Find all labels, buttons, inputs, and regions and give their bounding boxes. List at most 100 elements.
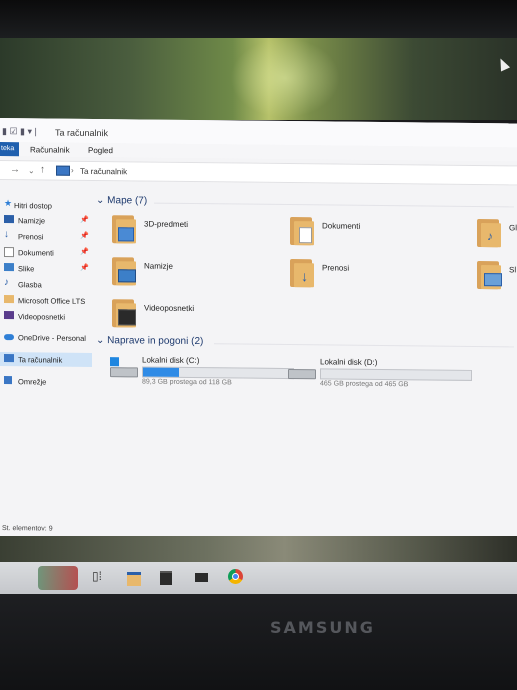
folder-downloads[interactable]: ↓ Prenosi bbox=[290, 257, 420, 298]
document-icon bbox=[4, 247, 14, 258]
folder-label: Namizje bbox=[144, 261, 173, 271]
star-icon: ★ bbox=[4, 198, 13, 209]
sidebar-item-label: Dokumenti bbox=[18, 248, 54, 258]
address-bar[interactable]: → ⌄ ↑ › Ta računalnik bbox=[0, 160, 517, 186]
music-folder-icon: ♪ bbox=[477, 217, 503, 248]
pin-icon: 📌 bbox=[80, 264, 89, 272]
forward-arrow-icon[interactable]: → bbox=[10, 164, 20, 175]
folder-label: Gl bbox=[509, 223, 517, 233]
screen-bezel-bottom bbox=[0, 594, 517, 690]
folder-label: Dokumenti bbox=[322, 221, 361, 231]
drive-label: Lokalni disk (D:) bbox=[320, 357, 378, 367]
folder-label: Sl bbox=[509, 265, 517, 275]
pin-icon: 📌 bbox=[80, 248, 89, 256]
computer-icon bbox=[4, 354, 14, 363]
item-count: St. elementov: 9 bbox=[2, 525, 53, 533]
sidebar-item-label: Prenosi bbox=[18, 232, 44, 242]
tab-file[interactable]: teka bbox=[0, 142, 19, 157]
sidebar-item-microsoft-office[interactable]: Microsoft Office LTS bbox=[0, 293, 92, 308]
file-explorer-icon[interactable] bbox=[127, 569, 143, 586]
folder-label: 3D-predmeti bbox=[144, 219, 189, 229]
sidebar-item-label: Slike bbox=[18, 264, 35, 274]
pin-icon: 📌 bbox=[80, 216, 89, 224]
drive-c[interactable]: Lokalni disk (C:) 89,3 GB prostega od 11… bbox=[108, 355, 298, 397]
tab-view[interactable]: Pogled bbox=[88, 146, 113, 155]
videos-folder-icon bbox=[112, 297, 138, 328]
sidebar-item-network[interactable]: Omrežje bbox=[0, 374, 92, 389]
sidebar-item-label: OneDrive - Personal bbox=[18, 333, 86, 343]
section-divider bbox=[154, 202, 514, 208]
start-area[interactable] bbox=[38, 566, 78, 590]
sidebar-item-downloads[interactable]: ↓ Prenosi 📌 bbox=[0, 229, 92, 244]
section-divider bbox=[214, 343, 514, 348]
sidebar-item-onedrive[interactable]: OneDrive - Personal bbox=[0, 330, 92, 345]
downloads-folder-icon: ↓ bbox=[290, 257, 316, 288]
tab-computer[interactable]: Računalnik bbox=[30, 145, 70, 154]
sidebar-item-label: Ta računalnik bbox=[18, 355, 63, 365]
folder-pictures[interactable]: Sl bbox=[477, 259, 517, 299]
pictures-folder-icon bbox=[477, 259, 503, 290]
folder-music[interactable]: ♪ Gl bbox=[477, 217, 517, 257]
folder-desktop[interactable]: Namizje bbox=[112, 255, 242, 296]
folder-videos[interactable]: Videoposnetki bbox=[112, 297, 242, 338]
store-icon[interactable] bbox=[160, 569, 176, 585]
main-content: ⌄ Mape (7) 3D-predmeti Dokumenti ♪ Gl Na… bbox=[92, 183, 517, 527]
folder-3d-objects[interactable]: 3D-predmeti bbox=[112, 213, 242, 254]
mail-icon[interactable] bbox=[195, 569, 211, 585]
task-view-icon[interactable]: ▯⁞ bbox=[92, 569, 108, 585]
quick-access-toolbar-icons[interactable]: ▮ ☑ ▮ ▾ | bbox=[2, 126, 37, 137]
folder-icon bbox=[4, 295, 14, 304]
sidebar-item-label: Hitri dostop bbox=[14, 201, 52, 211]
download-icon: ↓ bbox=[4, 229, 9, 241]
windows-drive-icon bbox=[108, 357, 138, 378]
sidebar-item-label: Videoposnetki bbox=[18, 312, 65, 322]
sidebar-item-label: Glasba bbox=[18, 280, 42, 290]
desktop-icon bbox=[4, 215, 14, 224]
brand-logo: SAMSUNG bbox=[270, 618, 375, 637]
sidebar-item-label: Omrežje bbox=[18, 377, 47, 387]
folder-label: Videoposnetki bbox=[144, 303, 195, 314]
chrome-icon[interactable] bbox=[228, 569, 244, 585]
up-arrow-icon[interactable]: ↑ bbox=[40, 164, 45, 175]
sidebar-item-this-pc[interactable]: Ta računalnik bbox=[0, 352, 92, 367]
sidebar-item-documents[interactable]: Dokumenti 📌 bbox=[0, 245, 92, 260]
computer-icon bbox=[56, 165, 70, 176]
sidebar-item-music[interactable]: ♪ Glasba bbox=[0, 277, 92, 292]
drive-label: Lokalni disk (C:) bbox=[142, 355, 200, 366]
navigation-pane: ★ Hitri dostop Namizje 📌 ↓ Prenosi 📌 Dok… bbox=[0, 182, 92, 523]
pin-icon: 📌 bbox=[80, 232, 89, 240]
folder-documents[interactable]: Dokumenti bbox=[290, 215, 420, 256]
drive-usage-bar bbox=[320, 368, 472, 381]
breadcrumb-chevron-icon: › bbox=[71, 165, 74, 175]
desktop-wallpaper-lower bbox=[0, 536, 517, 564]
hard-drive-icon bbox=[286, 365, 316, 380]
drive-d[interactable]: Lokalni disk (D:) 465 GB prostega od 465… bbox=[286, 357, 476, 399]
chevron-down-icon[interactable]: ⌄ bbox=[28, 166, 35, 175]
cloud-icon bbox=[4, 334, 14, 341]
desktop-folder-icon bbox=[112, 255, 138, 286]
video-icon bbox=[4, 311, 14, 320]
documents-folder-icon bbox=[290, 215, 316, 246]
sidebar-item-desktop[interactable]: Namizje 📌 bbox=[0, 213, 92, 228]
sidebar-item-quick-access[interactable]: ★ Hitri dostop bbox=[0, 198, 92, 213]
3d-objects-icon bbox=[112, 213, 138, 244]
section-title: Naprave in pogoni (2) bbox=[107, 335, 204, 348]
folder-label: Prenosi bbox=[322, 263, 350, 273]
sidebar-item-videos[interactable]: Videoposnetki bbox=[0, 309, 92, 324]
pictures-icon bbox=[4, 263, 14, 272]
screen-bezel-top bbox=[0, 0, 517, 40]
drive-free-space: 89,3 GB prostega od 118 GB bbox=[142, 378, 232, 387]
sidebar-item-label: Namizje bbox=[18, 216, 46, 226]
taskbar: ▯⁞ bbox=[0, 562, 517, 594]
sidebar-item-pictures[interactable]: Slike 📌 bbox=[0, 261, 92, 276]
sidebar-item-label: Microsoft Office LTS bbox=[18, 296, 86, 306]
breadcrumb[interactable]: Ta računalnik bbox=[80, 167, 127, 176]
window-title: Ta računalnik bbox=[55, 127, 109, 139]
drive-usage-fill bbox=[143, 367, 179, 377]
wallpaper-highlight bbox=[230, 38, 340, 118]
section-header-folders[interactable]: ⌄ Mape (7) bbox=[96, 195, 147, 207]
music-icon: ♪ bbox=[4, 277, 9, 289]
section-header-drives[interactable]: ⌄ Naprave in pogoni (2) bbox=[96, 335, 203, 347]
file-explorer-window: ▮ ☑ ▮ ▾ | Ta računalnik teka Računalnik … bbox=[0, 118, 517, 542]
drive-usage-bar bbox=[142, 366, 294, 380]
